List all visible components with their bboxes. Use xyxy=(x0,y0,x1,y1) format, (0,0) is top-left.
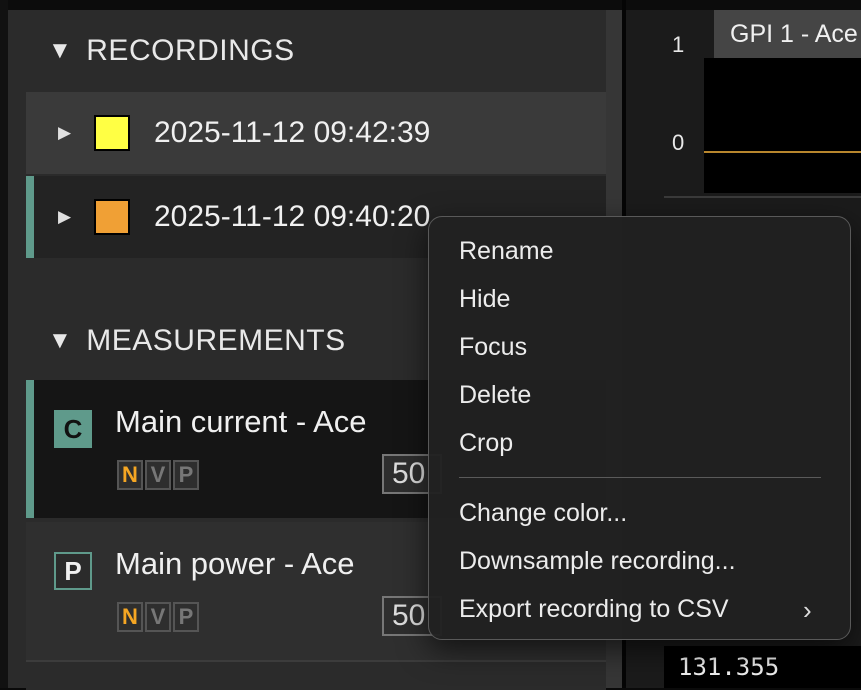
current-measurement-icon: C xyxy=(54,410,92,448)
p-toggle[interactable]: P xyxy=(173,460,199,490)
n-toggle[interactable]: N xyxy=(117,460,143,490)
menu-item-rename[interactable]: Rename xyxy=(459,237,554,266)
window-top-edge xyxy=(8,0,861,10)
menu-item-delete[interactable]: Delete xyxy=(459,381,531,410)
recordings-section-title: RECORDINGS xyxy=(86,34,295,67)
menu-item-focus[interactable]: Focus xyxy=(459,333,527,362)
graph-trace xyxy=(704,151,861,153)
collapse-triangle-icon[interactable]: ▼ xyxy=(48,37,72,65)
measurement-title: Main power - Ace xyxy=(115,546,355,581)
v-toggle[interactable]: V xyxy=(145,602,171,632)
measurement-title: Main current - Ace xyxy=(115,404,367,439)
selected-recording-accent xyxy=(26,176,34,258)
nvp-toggle-group: N V P xyxy=(117,460,201,490)
p-toggle[interactable]: P xyxy=(173,602,199,632)
graph-separator xyxy=(664,196,861,198)
selected-measurement-accent xyxy=(26,380,34,518)
next-measurement-item[interactable] xyxy=(26,660,606,690)
expand-caret-icon[interactable]: ▶ xyxy=(58,207,76,227)
recording-color-swatch[interactable] xyxy=(94,115,130,151)
axis-tick-top: 1 xyxy=(672,32,685,57)
recordings-section-header[interactable]: ▼ RECORDINGS xyxy=(48,34,295,68)
menu-item-crop[interactable]: Crop xyxy=(459,429,513,458)
menu-item-change-color[interactable]: Change color... xyxy=(459,499,627,528)
n-toggle[interactable]: N xyxy=(117,602,143,632)
expand-caret-icon[interactable]: ▶ xyxy=(58,123,76,143)
collapse-triangle-icon[interactable]: ▼ xyxy=(48,327,72,355)
menu-item-hide[interactable]: Hide xyxy=(459,285,510,314)
context-menu: Rename Hide Focus Delete Crop Change col… xyxy=(428,216,851,640)
axis-tick-zero: 0 xyxy=(672,130,685,155)
nvp-toggle-group: N V P xyxy=(117,602,201,632)
v-toggle[interactable]: V xyxy=(145,460,171,490)
recording-label: 2025-11-12 09:42:39 xyxy=(154,116,431,149)
menu-item-downsample[interactable]: Downsample recording... xyxy=(459,547,736,576)
submenu-chevron-icon: › xyxy=(803,595,812,625)
window-edge xyxy=(0,0,8,688)
measurements-section-header[interactable]: ▼ MEASUREMENTS xyxy=(48,324,346,358)
menu-item-export-csv[interactable]: Export recording to CSV xyxy=(459,595,729,624)
recording-row[interactable]: ▶ 2025-11-12 09:42:39 xyxy=(26,92,606,174)
power-measurement-icon: P xyxy=(54,552,92,590)
graph-channel-tab[interactable]: GPI 1 - Ace xyxy=(714,10,861,58)
readout-value: 131.355 xyxy=(664,646,861,688)
menu-separator xyxy=(459,477,821,478)
recording-label: 2025-11-12 09:40:20 xyxy=(154,200,431,233)
recording-color-swatch[interactable] xyxy=(94,199,130,235)
graph-canvas[interactable] xyxy=(704,58,861,193)
measurements-section-title: MEASUREMENTS xyxy=(86,324,346,357)
